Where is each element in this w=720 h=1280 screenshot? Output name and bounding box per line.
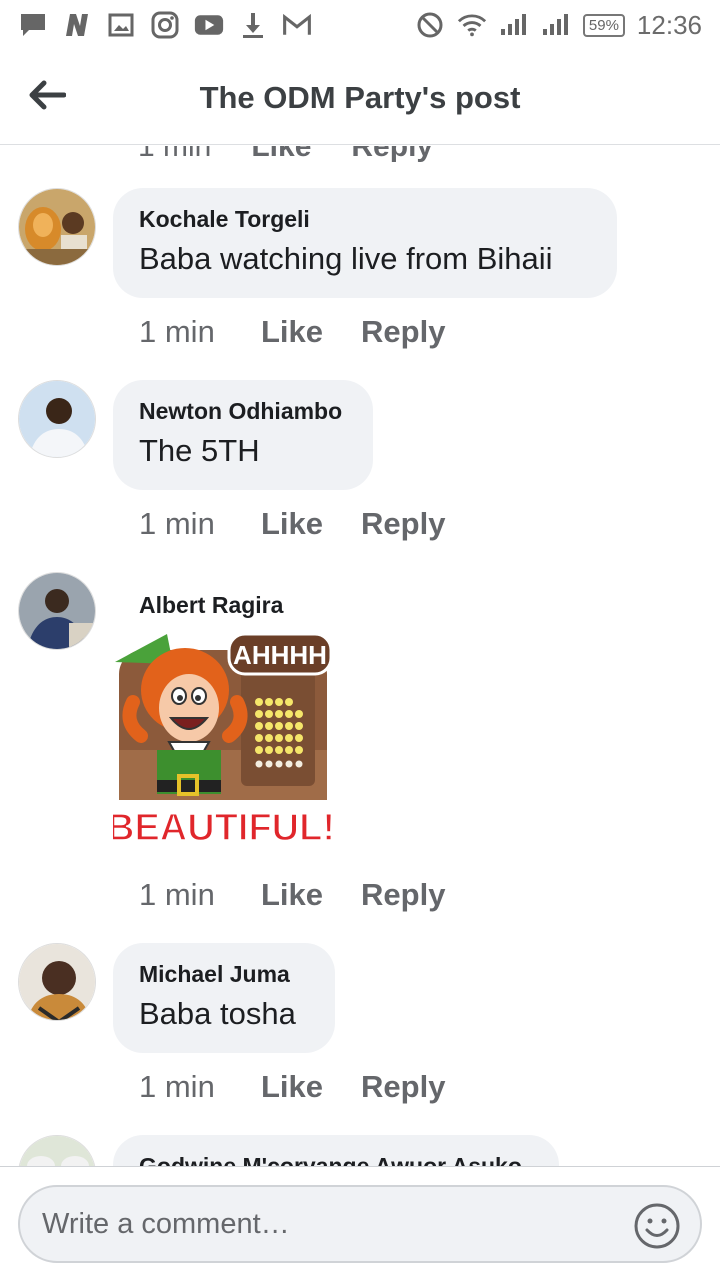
comment-text: Baba watching live from Bihaii: [139, 241, 553, 276]
like-link[interactable]: Like: [261, 314, 323, 350]
reply-link[interactable]: Reply: [361, 506, 445, 542]
sticker-image[interactable]: AHHHH BEAUTIFUL!: [106, 630, 336, 850]
comment-author[interactable]: Albert Ragira: [139, 592, 283, 619]
battery-icon: 59%: [582, 13, 625, 37]
dnd-icon: [415, 11, 445, 39]
comment-actions: 1 min Like Reply: [139, 1069, 483, 1105]
avatar[interactable]: [18, 1135, 96, 1166]
comment-bubble[interactable]: Michael Juma Baba tosha: [113, 943, 335, 1053]
youtube-icon: [194, 11, 224, 39]
n-app-icon: [62, 11, 92, 39]
comment-input[interactable]: Write a comment…: [18, 1185, 702, 1263]
comment-bubble[interactable]: Newton Odhiambo The 5TH: [113, 380, 373, 490]
comment-composer: Write a comment…: [0, 1166, 720, 1280]
comments-feed[interactable]: 1 min Like Reply Kochale Torgeli Baba wa…: [0, 146, 720, 1166]
sticker-speech-text: AHHHH: [233, 640, 327, 670]
avatar[interactable]: [18, 380, 96, 458]
gmail-icon: [282, 11, 312, 39]
comment-text: The 5TH: [139, 433, 260, 468]
comment-actions: 1 min Like Reply: [139, 877, 483, 913]
avatar[interactable]: [18, 572, 96, 650]
like-link[interactable]: Like: [261, 1069, 323, 1105]
reply-link[interactable]: Reply: [351, 146, 433, 164]
like-link[interactable]: Like: [251, 146, 311, 164]
comment-time: 1 min: [139, 877, 215, 912]
comment-input-placeholder: Write a comment…: [42, 1207, 290, 1240]
comment-author[interactable]: Michael Juma: [139, 961, 309, 988]
like-link[interactable]: Like: [261, 877, 323, 913]
comment-author[interactable]: Godwine M'coryange Awuor Asuko: [139, 1153, 533, 1166]
comment-time: 1 min: [139, 1069, 215, 1104]
signal-icon: [541, 11, 571, 39]
like-link[interactable]: Like: [261, 506, 323, 542]
gallery-icon: [106, 11, 136, 39]
comment-author[interactable]: Newton Odhiambo: [139, 398, 347, 425]
comment-time: 1 min: [139, 314, 215, 349]
comment-actions: 1 min Like Reply: [139, 506, 483, 542]
page-title: The ODM Party's post: [199, 80, 521, 115]
comment-actions-partial: 1 min Like Reply: [138, 146, 433, 164]
reply-link[interactable]: Reply: [361, 877, 445, 913]
clock: 12:36: [636, 9, 702, 40]
comment-bubble[interactable]: Kochale Torgeli Baba watching live from …: [113, 188, 617, 298]
instagram-icon: [150, 11, 180, 39]
avatar[interactable]: [18, 943, 96, 1021]
status-bar: 59% 12:36: [0, 0, 720, 50]
message-icon: [18, 11, 48, 39]
comment-time: 1 min: [139, 506, 215, 541]
reply-link[interactable]: Reply: [361, 1069, 445, 1105]
avatar[interactable]: [18, 188, 96, 266]
download-icon: [238, 11, 268, 39]
signal-icon: [499, 11, 529, 39]
sticker-caption-text: BEAUTIFUL!: [113, 807, 335, 849]
comment-text: Baba tosha: [139, 996, 296, 1031]
reply-link[interactable]: Reply: [361, 314, 445, 350]
wifi-icon: [457, 11, 487, 39]
comment-actions: 1 min Like Reply: [139, 314, 483, 350]
comment-bubble[interactable]: Godwine M'coryange Awuor Asuko: [113, 1135, 559, 1166]
emoji-icon[interactable]: [632, 1201, 682, 1251]
comment-author[interactable]: Kochale Torgeli: [139, 206, 591, 233]
header-bar: The ODM Party's post: [0, 50, 720, 145]
comment-time: 1 min: [138, 146, 212, 163]
